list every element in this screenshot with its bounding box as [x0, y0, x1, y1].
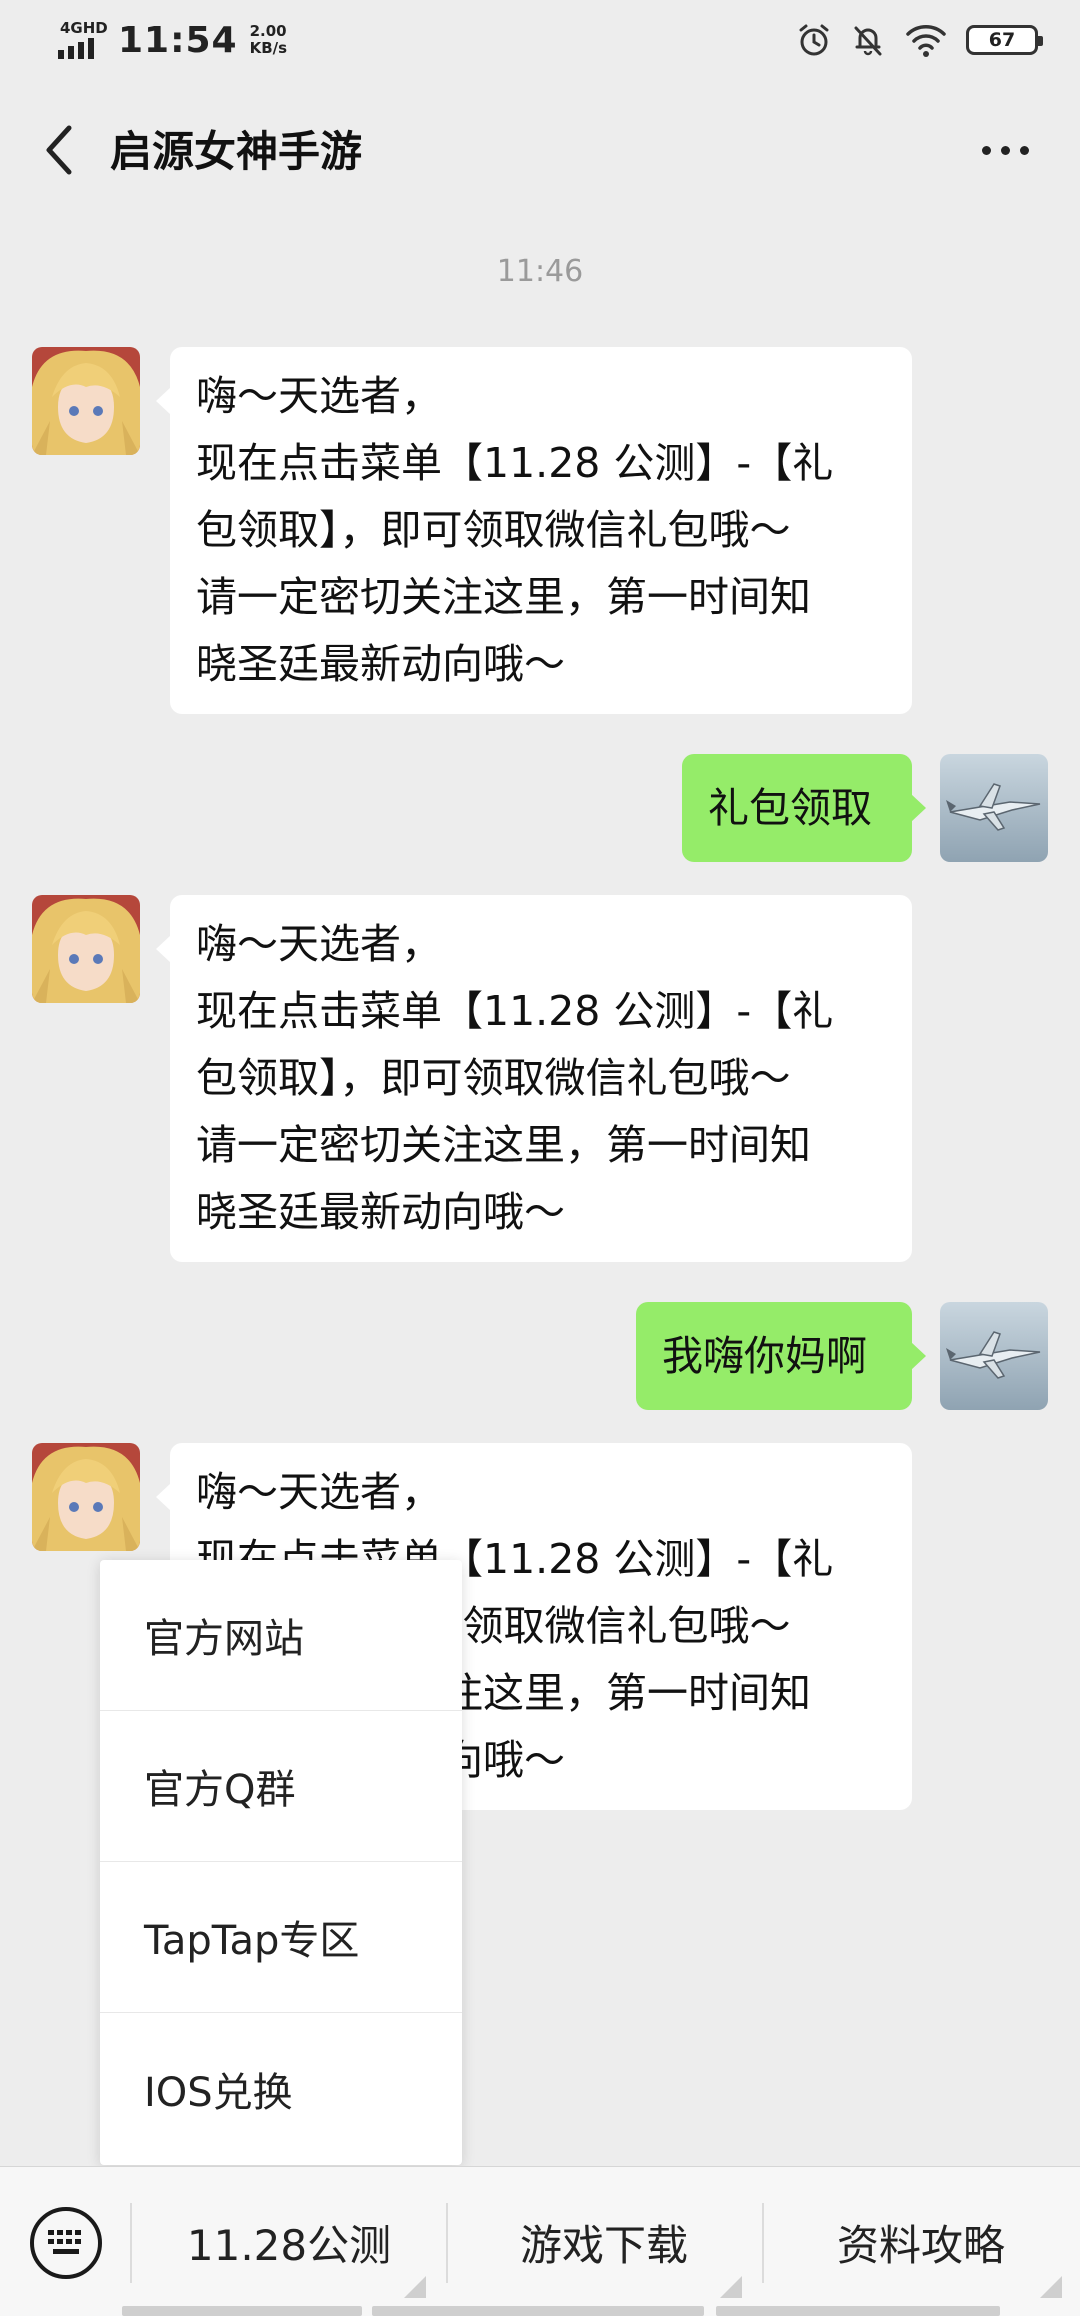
menu-item-official-qq-group[interactable]: 官方Q群	[100, 1711, 462, 1862]
battery-level: 67	[988, 29, 1016, 51]
official-avatar[interactable]	[32, 347, 140, 455]
menu-item-taptap[interactable]: TapTap专区	[100, 1862, 462, 2013]
chat-timestamp: 11:46	[496, 254, 584, 289]
alarm-icon	[799, 24, 829, 56]
status-time: 11:54	[118, 19, 238, 61]
scroll-indicator	[716, 2306, 1000, 2316]
keyboard-button[interactable]	[28, 2205, 104, 2281]
my-avatar[interactable]	[940, 754, 1048, 862]
message-text: 礼包领取	[708, 784, 872, 832]
official-avatar[interactable]	[32, 895, 140, 1003]
menu-item-official-website[interactable]: 官方网站	[100, 1560, 462, 1711]
signal-icon: 4GHD	[58, 19, 108, 61]
keyboard-icon	[30, 2207, 102, 2279]
submenu-indicator	[1040, 2276, 1062, 2298]
menu-tab-guides[interactable]: 资料攻略	[762, 2167, 1080, 2316]
scroll-indicator	[122, 2306, 362, 2316]
message-line: 晓圣廷最新动向哦～	[196, 1188, 565, 1236]
submenu-indicator	[404, 2276, 426, 2298]
mute-bell-icon	[854, 26, 882, 56]
chevron-left-icon	[46, 125, 72, 175]
chat-header: 启源女神手游	[0, 80, 1080, 220]
submenu-popup: 官方网站 官方Q群 TapTap专区 IOS兑换	[100, 1560, 462, 2165]
message-line: 包领取】，即可领取微信礼包哦～	[196, 1054, 791, 1102]
status-bar: 4GHD 11:54 2.00 KB/s 67	[0, 0, 1080, 80]
battery-icon: 67	[966, 25, 1043, 55]
back-button[interactable]	[34, 120, 84, 180]
message-line: 嗨～天选者，	[196, 1468, 442, 1516]
more-button[interactable]	[970, 130, 1040, 170]
message-line: 请一定密切关注这里，第一时间知	[196, 1121, 811, 1169]
scroll-indicator	[372, 2306, 704, 2316]
speed-unit: KB/s	[249, 39, 288, 57]
menu-tab-public-test[interactable]: 11.28公测	[132, 2167, 446, 2316]
bottom-menu-bar: 11.28公测 游戏下载 资料攻略	[0, 2166, 1080, 2316]
network-speed: 2.00 KB/s	[250, 23, 287, 57]
message-line: 包领取】，即可领取微信礼包哦～	[196, 506, 791, 554]
message-line: 请一定密切关注这里，第一时间知	[196, 573, 811, 621]
network-type: 4GHD	[60, 19, 108, 37]
wifi-icon	[906, 25, 946, 57]
page-title: 启源女神手游	[110, 127, 363, 176]
message-text: 我嗨你妈啊	[662, 1332, 867, 1380]
more-dots-icon	[981, 145, 991, 155]
message-line: 现在点击菜单【11.28 公测】-【礼	[196, 439, 834, 487]
status-left: 4GHD 11:54 2.00 KB/s	[58, 19, 287, 61]
submenu-indicator	[720, 2276, 742, 2298]
message-line: 现在点击菜单【11.28 公测】-【礼	[196, 987, 834, 1035]
outgoing-message[interactable]: 我嗨你妈啊	[636, 1302, 926, 1410]
menu-tab-game-download[interactable]: 游戏下载	[446, 2167, 762, 2316]
message-line: 嗨～天选者，	[196, 372, 442, 420]
official-avatar[interactable]	[32, 1443, 140, 1551]
incoming-message[interactable]: 嗨～天选者， 现在点击菜单【11.28 公测】-【礼 包领取】，即可领取微信礼包…	[156, 895, 912, 1262]
message-line: 嗨～天选者，	[196, 920, 442, 968]
menu-item-ios-redeem[interactable]: IOS兑换	[100, 2013, 462, 2164]
status-right: 67	[796, 22, 1043, 58]
incoming-message[interactable]: 嗨～天选者， 现在点击菜单【11.28 公测】-【礼 包领取】，即可领取微信礼包…	[156, 347, 912, 714]
my-avatar[interactable]	[940, 1302, 1048, 1410]
outgoing-message[interactable]: 礼包领取	[682, 754, 926, 862]
message-line: 晓圣廷最新动向哦～	[196, 640, 565, 688]
speed-value: 2.00	[249, 22, 287, 40]
